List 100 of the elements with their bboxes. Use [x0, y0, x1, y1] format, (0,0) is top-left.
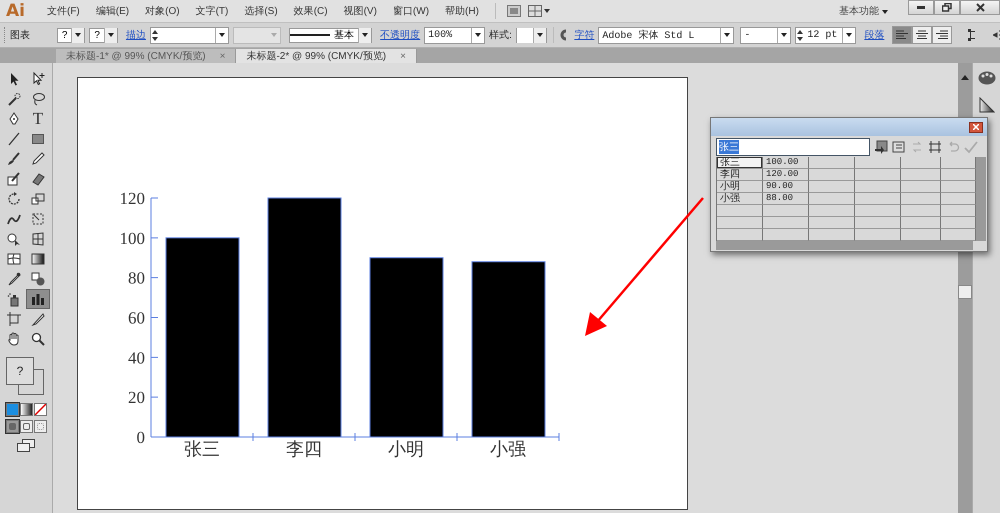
line-icon [6, 131, 22, 147]
scroll-up-icon [961, 75, 969, 80]
close-button[interactable] [960, 0, 1000, 15]
caret-icon [781, 33, 788, 37]
object-type-label: 图表 [10, 28, 32, 42]
table-cell[interactable] [901, 169, 941, 181]
color-mode-button[interactable] [34, 403, 46, 416]
table-cell[interactable]: 小明 [717, 181, 763, 193]
menu-item[interactable]: 文件(F) [38, 4, 88, 18]
table-cell[interactable] [763, 205, 809, 217]
stroke-dropdown[interactable]: ? [89, 28, 118, 42]
paragraph-link[interactable]: 段落 [864, 28, 884, 42]
menu-item[interactable]: 窗口(W) [384, 4, 438, 18]
table-cell[interactable] [809, 169, 855, 181]
fill-stroke-swatches[interactable]: ? [4, 355, 48, 399]
horizontal-scrollbar[interactable] [716, 241, 973, 250]
menu-item[interactable]: 视图(V) [336, 4, 385, 18]
wand-icon [6, 91, 22, 107]
table-cell[interactable] [855, 169, 901, 181]
fill-dropdown[interactable]: ? [56, 28, 86, 42]
font-size-field[interactable]: 12 pt [795, 26, 856, 44]
axis-tick-label: 80 [128, 268, 145, 288]
table-cell[interactable] [855, 205, 901, 217]
grid-icon[interactable] [928, 140, 942, 154]
vertical-scrollbar[interactable] [976, 157, 986, 241]
transform-icon [30, 211, 46, 227]
color-mode-button[interactable] [20, 403, 32, 416]
close-button[interactable] [969, 122, 983, 132]
table-cell[interactable] [809, 217, 855, 229]
tool-button[interactable]: T [26, 109, 50, 129]
opacity-field[interactable]: 100% [424, 26, 486, 44]
table-cell[interactable] [717, 217, 763, 229]
brush-profile-dropdown[interactable]: 基本 [289, 28, 372, 42]
table-cell[interactable]: 100.00 [763, 157, 809, 169]
bridge-icon[interactable] [506, 5, 521, 17]
screen-mode-icon[interactable] [17, 439, 35, 452]
table-cell[interactable] [901, 205, 941, 217]
table-cell[interactable] [763, 217, 809, 229]
table-cell[interactable]: 张三 [717, 157, 763, 169]
character-link[interactable]: 字符 [574, 28, 594, 42]
layout-icon[interactable] [528, 5, 550, 17]
table-cell[interactable]: 88.00 [763, 193, 809, 205]
grid-icon [30, 231, 46, 247]
mesh-icon [6, 251, 22, 267]
menu-item[interactable]: 对象(O) [137, 4, 188, 18]
rectangle-icon [30, 131, 46, 147]
transpose-icon[interactable] [892, 140, 906, 154]
import-icon[interactable] [874, 140, 888, 154]
table-cell[interactable]: 小强 [717, 193, 763, 205]
style-dropdown[interactable] [516, 28, 547, 42]
table-cell[interactable]: 90.00 [763, 181, 809, 193]
table-cell[interactable] [901, 157, 941, 169]
table-cell[interactable] [901, 193, 941, 205]
minimize-button[interactable] [908, 0, 934, 15]
caret-icon [218, 33, 225, 37]
document-tab[interactable]: 未标题-2* @ 99% (CMYK/预览) × [236, 49, 417, 63]
table-cell[interactable] [809, 205, 855, 217]
caret-icon [108, 33, 114, 37]
stroke-weight-field[interactable] [150, 26, 229, 44]
menu-item[interactable]: 帮助(H) [437, 4, 487, 18]
workspace-switcher[interactable]: 基本功能 [839, 4, 888, 18]
menu-item[interactable]: 选择(S) [236, 4, 286, 18]
table-cell[interactable] [855, 181, 901, 193]
align-button[interactable] [892, 26, 912, 44]
align-button[interactable] [932, 26, 952, 44]
caret-icon [75, 33, 82, 37]
table-cell[interactable] [855, 193, 901, 205]
document-tab[interactable]: 未标题-1* @ 99% (CMYK/预览) × [56, 49, 236, 63]
align-button[interactable] [912, 26, 932, 44]
font-style-field[interactable]: - [740, 26, 792, 44]
caret-icon [362, 33, 368, 37]
table-cell[interactable] [901, 217, 941, 229]
restore-button[interactable] [934, 0, 960, 15]
table-cell[interactable] [901, 181, 941, 193]
draw-mode-button[interactable] [20, 420, 32, 433]
caret-icon [475, 33, 482, 37]
table-cell[interactable] [809, 157, 855, 169]
menu-item[interactable]: 编辑(E) [88, 4, 138, 18]
draw-mode-button[interactable] [6, 420, 18, 433]
scroll-thumb[interactable] [958, 285, 972, 299]
menu-item[interactable]: 效果(C) [286, 4, 336, 18]
table-cell[interactable] [809, 181, 855, 193]
table-cell[interactable] [809, 193, 855, 205]
blob-brush-icon [6, 171, 22, 187]
palette-icon[interactable] [978, 71, 996, 85]
table-cell[interactable]: 120.00 [763, 169, 809, 181]
font-family-field[interactable]: Adobe 宋体 Std L [598, 26, 734, 44]
menu-item[interactable]: 文字(T) [188, 4, 236, 18]
opacity-link[interactable]: 不透明度 [380, 28, 420, 42]
stroke-link[interactable]: 描边 [126, 28, 146, 42]
color-mode-button[interactable] [6, 403, 18, 416]
triangle-icon[interactable] [978, 97, 994, 113]
table-cell[interactable] [855, 157, 901, 169]
transform-icon[interactable] [968, 29, 976, 41]
table-cell[interactable] [717, 205, 763, 217]
table-cell[interactable]: 李四 [717, 169, 763, 181]
table-cell[interactable] [855, 217, 901, 229]
cell-entry-field[interactable]: 张三 [716, 138, 870, 156]
check-icon[interactable] [964, 140, 978, 154]
close-icon [973, 124, 979, 130]
